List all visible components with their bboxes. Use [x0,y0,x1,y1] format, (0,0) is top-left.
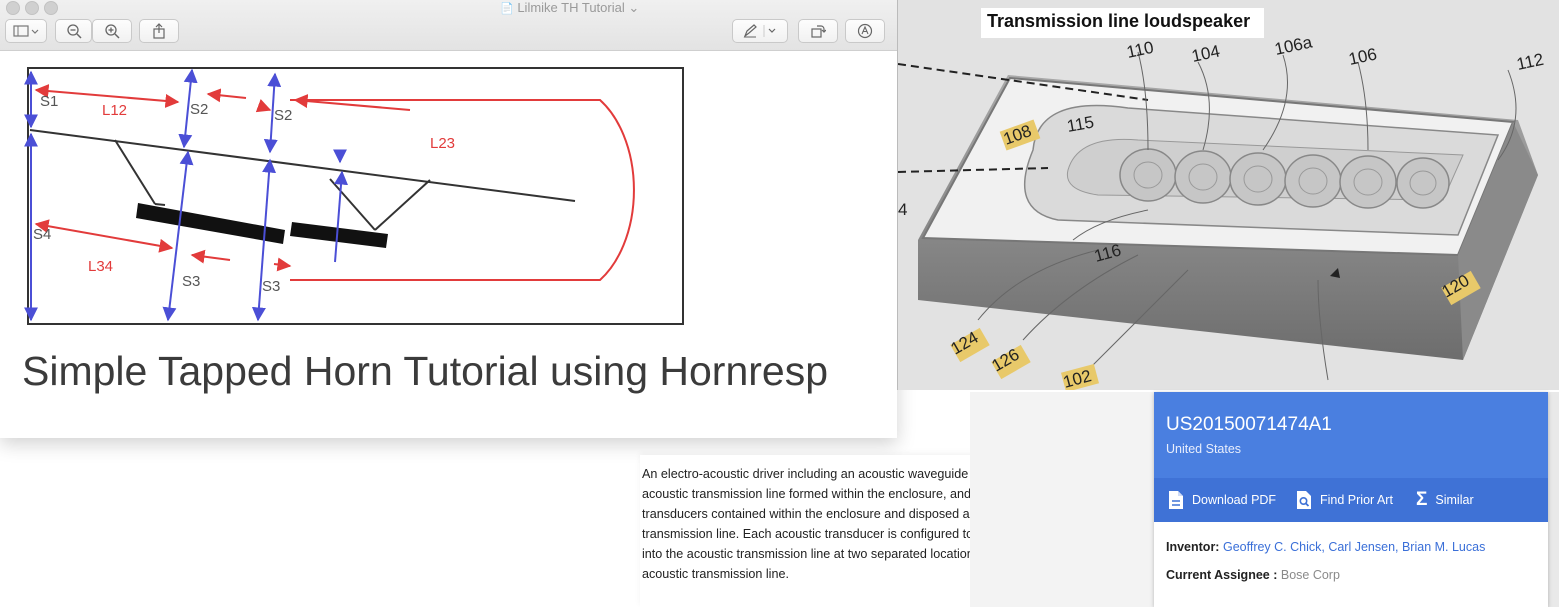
patent-country: United States [1166,442,1242,456]
zoom-in-button[interactable] [92,19,132,43]
similar-button[interactable]: Σ Similar [1416,478,1474,522]
similar-label: Similar [1435,493,1474,507]
rotate-icon [811,25,826,38]
patent-drawing-title: Transmission line loudspeaker [981,8,1265,38]
page-title: Simple Tapped Horn Tutorial using Hornre… [22,348,829,394]
waveguide-illustration: 110 104 106a 106 112 108 115 116 120 124… [898,0,1559,390]
inventor-links[interactable]: Geoffrey C. Chick, Carl Jensen, Brian M.… [1223,540,1485,554]
assignee-label: Current Assignee : [1166,568,1278,582]
close-window-button[interactable] [6,1,20,15]
annotate-button[interactable] [845,19,885,43]
zoom-in-icon [105,24,120,39]
label-l34: L34 [88,258,113,275]
label-l23: L23 [430,135,455,152]
window-title-text: Lilmike TH Tutorial [517,0,625,15]
download-pdf-label: Download PDF [1192,493,1277,507]
pdf-file-icon [1169,491,1183,509]
assignee-row: Current Assignee : Bose Corp [1166,568,1340,582]
label-s3a: S3 [182,273,200,290]
ref-4: 4 [898,200,907,219]
label-s3b: S3 [262,278,280,295]
patent-card: US20150071474A1 United States Download P… [1154,392,1548,607]
sigma-icon: Σ [1416,489,1428,510]
rotate-button[interactable] [798,19,838,43]
patent-card-header: US20150071474A1 United States [1154,392,1548,478]
search-document-icon [1297,491,1311,509]
find-prior-art-label: Find Prior Art [1320,493,1393,507]
annotate-icon [857,23,873,39]
tapped-horn-diagram: S1 L12 S2 S2 L23 S4 L34 S3 S3 [24,67,684,325]
minimize-window-button[interactable] [25,1,39,15]
zoom-window-button[interactable] [44,1,58,15]
zoom-out-icon [66,24,82,39]
share-button[interactable] [139,19,179,43]
assignee-value: Bose Corp [1280,568,1340,582]
scroll-edge [1548,392,1559,607]
sidebar-icon [13,25,39,37]
window-titlebar: 📄 Lilmike TH Tutorial ⌄ [0,0,897,51]
label-s2b: S2 [274,107,292,124]
share-icon [153,23,165,39]
chevron-down-icon[interactable]: ⌄ [628,0,639,15]
preview-window: 📄 Lilmike TH Tutorial ⌄ S1 L12 S2 S2 L23… [0,0,897,438]
label-s2a: S2 [190,101,208,118]
inventor-row: Inventor: Geoffrey C. Chick, Carl Jensen… [1166,540,1485,554]
markup-button[interactable] [732,19,788,43]
pen-icon [743,24,776,38]
download-pdf-button[interactable]: Download PDF [1168,478,1276,522]
patent-number: US20150071474A1 [1166,414,1332,435]
zoom-out-button[interactable] [55,19,92,43]
sidebar-toggle-button[interactable] [5,19,47,43]
label-s1: S1 [40,93,58,110]
document-icon: 📄 [500,3,514,15]
window-title: 📄 Lilmike TH Tutorial ⌄ [500,0,639,17]
patent-drawing: 110 104 106a 106 112 108 115 116 120 124… [897,0,1559,390]
inventor-label: Inventor: [1166,540,1220,554]
label-s4: S4 [33,226,51,243]
find-prior-art-button[interactable]: Find Prior Art [1296,478,1393,522]
patent-actions-bar: Download PDF Find Prior Art Σ Similar [1154,478,1548,522]
label-l12: L12 [102,102,127,119]
